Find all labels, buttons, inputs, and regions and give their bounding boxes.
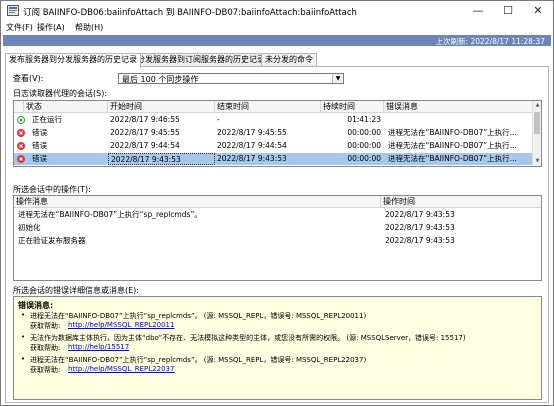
- scroll-up-icon[interactable]: ▲: [533, 101, 541, 110]
- error-icon: [17, 142, 25, 150]
- bullet-icon: •: [21, 355, 26, 363]
- session-row-selected[interactable]: 错误 2022/8/17 9:43:53 2022/8/17 9:43:53 0…: [14, 153, 533, 165]
- col-action-message[interactable]: 操作消息: [14, 196, 381, 208]
- menu-file[interactable]: 文件(F): [6, 22, 33, 33]
- help-link[interactable]: http://help/MSSQL_REPL20011: [68, 321, 174, 329]
- sessions-scrollbar[interactable]: ▲ ▼: [532, 101, 541, 166]
- subscription-window: 订阅 BAIINFO-DB06:baiinfoAttach 到 BAIINFO-…: [0, 0, 554, 406]
- sessions-grid[interactable]: 状态 开始时间 结束时间 持续时间 错误消息 正在运行 2022/8/17 9:…: [13, 100, 542, 167]
- close-button[interactable]: ✕: [523, 1, 553, 21]
- session-duration: 00:00:00: [347, 154, 381, 163]
- col-start-time[interactable]: 开始时间: [108, 101, 215, 113]
- session-status: 错误: [32, 154, 47, 163]
- title-bar: 订阅 BAIINFO-DB06:baiinfoAttach 到 BAIINFO-…: [1, 1, 553, 21]
- scroll-thumb[interactable]: [534, 112, 540, 134]
- view-label: 查看(V):: [13, 74, 44, 83]
- session-duration: 01:41:23: [347, 115, 381, 124]
- tab-undistributed-commands[interactable]: 未分发的命令: [261, 53, 317, 67]
- error-heading: 错误消息:: [18, 301, 54, 310]
- col-action-time[interactable]: 操作时间: [381, 196, 541, 208]
- action-message: 进程无法在“BAIINFO-DB07”上执行“sp_replcmds”。: [18, 210, 202, 219]
- session-end: 2022/8/17 9:45:55: [217, 128, 287, 137]
- actions-header: 操作消息 操作时间: [14, 196, 541, 208]
- minimize-button[interactable]: —: [463, 1, 493, 21]
- action-time: 2022/8/17 9:43:53: [385, 236, 455, 245]
- chevron-down-icon[interactable]: ▼: [332, 74, 343, 83]
- sessions-label: 日志读取器代理的会话(S):: [13, 89, 108, 98]
- session-start: 2022/8/17 9:45:55: [110, 128, 180, 137]
- tab-distributor-to-subscriber[interactable]: 分发服务器到订阅服务器的历史记录: [133, 53, 269, 67]
- menu-action[interactable]: 操作(A): [37, 22, 65, 33]
- session-start: 2022/8/17 9:43:53: [108, 153, 215, 165]
- actions-label: 所选会话中的操作(T):: [13, 185, 91, 194]
- session-status: 错误: [32, 128, 47, 137]
- sessions-header: 状态 开始时间 结束时间 持续时间 错误消息: [14, 101, 533, 113]
- actions-grid[interactable]: 操作消息 操作时间 进程无法在“BAIINFO-DB07”上执行“sp_repl…: [13, 195, 542, 281]
- error-details-box[interactable]: 错误消息: • 进程无法在“BAIINFO-DB07”上执行“sp_replcm…: [13, 296, 542, 400]
- error-detail-text: 进程无法在“BAIINFO-DB07”上执行“sp_replcmds”。 (源:…: [30, 312, 367, 320]
- session-error: 进程无法在“BAIINFO-DB07”上执行...: [388, 141, 517, 150]
- session-end: 2022/8/17 9:44:54: [217, 141, 287, 150]
- error-icon: [17, 155, 25, 163]
- view-select-value: 最后 100 个同步操作: [122, 75, 199, 84]
- tab-panel: 查看(V): 最后 100 个同步操作 ▼ 日志读取器代理的会话(S): 状态 …: [5, 66, 549, 403]
- col-error-message[interactable]: 错误消息: [384, 101, 533, 113]
- help-link[interactable]: http://help/MSSQL_REPL22037: [68, 365, 174, 373]
- error-detail-text: 无法作为数据库主体执行，因为主体“dbo”不存在、无法模拟这种类型的主体，或您没…: [30, 334, 466, 342]
- bullet-icon: •: [21, 311, 26, 319]
- session-error: 进程无法在“BAIINFO-DB07”上执行...: [388, 154, 517, 163]
- close-icon: ✕: [533, 4, 543, 17]
- running-icon: [17, 116, 25, 124]
- session-duration: 00:00:00: [347, 141, 381, 150]
- maximize-icon: ☐: [503, 4, 513, 17]
- col-status[interactable]: 状态: [24, 101, 108, 113]
- maximize-button[interactable]: ☐: [493, 1, 523, 21]
- action-row[interactable]: 进程无法在“BAIINFO-DB07”上执行“sp_replcmds”。 202…: [14, 209, 541, 221]
- session-end: 2022/8/17 9:43:53: [217, 154, 287, 163]
- help-label: 获取帮助:: [30, 344, 61, 352]
- session-error: 进程无法在“BAIINFO-DB07”上执行...: [388, 128, 517, 137]
- session-start: 2022/8/17 9:46:55: [110, 115, 180, 124]
- details-label: 所选会话的错误详细信息或消息(E):: [13, 286, 139, 295]
- help-link[interactable]: http://help/15517: [68, 343, 129, 351]
- session-row[interactable]: 正在运行 2022/8/17 9:46:55 - 01:41:23: [14, 114, 533, 126]
- action-row[interactable]: 正在验证发布服务器 2022/8/17 9:43:53: [14, 235, 541, 247]
- col-duration[interactable]: 持续时间: [321, 101, 384, 113]
- refresh-status-bar: 上次刷新: 2022/8/17 11:28:37: [3, 35, 551, 46]
- app-icon: [7, 5, 19, 16]
- action-message: 初始化: [18, 223, 41, 232]
- session-end: -: [217, 115, 220, 124]
- help-label: 获取帮助:: [30, 322, 61, 330]
- session-status: 错误: [32, 141, 47, 150]
- session-error: [386, 114, 533, 126]
- session-row[interactable]: 错误 2022/8/17 9:45:55 2022/8/17 9:45:55 0…: [14, 127, 533, 139]
- action-message: 正在验证发布服务器: [18, 236, 86, 245]
- col-end-time[interactable]: 结束时间: [215, 101, 321, 113]
- session-start: 2022/8/17 9:44:54: [110, 141, 180, 150]
- error-icon: [17, 129, 25, 137]
- action-time: 2022/8/17 9:43:53: [385, 210, 455, 219]
- action-time: 2022/8/17 9:43:53: [385, 223, 455, 232]
- scroll-down-icon[interactable]: ▼: [533, 157, 541, 166]
- session-duration: 00:00:00: [347, 128, 381, 137]
- menu-help[interactable]: 帮助(H): [75, 22, 103, 33]
- session-status: 正在运行: [32, 115, 62, 124]
- minimize-icon: —: [472, 4, 484, 17]
- header-spacer: [14, 101, 24, 113]
- action-row[interactable]: 初始化 2022/8/17 9:43:53: [14, 222, 541, 234]
- tab-publisher-to-distributor[interactable]: 发布服务器到分发服务器的历史记录: [5, 53, 141, 68]
- view-select[interactable]: 最后 100 个同步操作 ▼: [118, 73, 344, 84]
- error-detail-text: 进程无法在“BAIINFO-DB07”上执行“sp_replcmds”。 (源:…: [30, 356, 367, 364]
- last-refresh-text: 上次刷新: 2022/8/17 11:28:37: [435, 37, 545, 46]
- menu-bar: 文件(F) 操作(A) 帮助(H): [1, 21, 553, 34]
- bullet-icon: •: [21, 333, 26, 341]
- window-title: 订阅 BAIINFO-DB06:baiinfoAttach 到 BAIINFO-…: [23, 8, 357, 18]
- session-row[interactable]: 错误 2022/8/17 9:44:54 2022/8/17 9:44:54 0…: [14, 140, 533, 152]
- help-label: 获取帮助:: [30, 366, 61, 374]
